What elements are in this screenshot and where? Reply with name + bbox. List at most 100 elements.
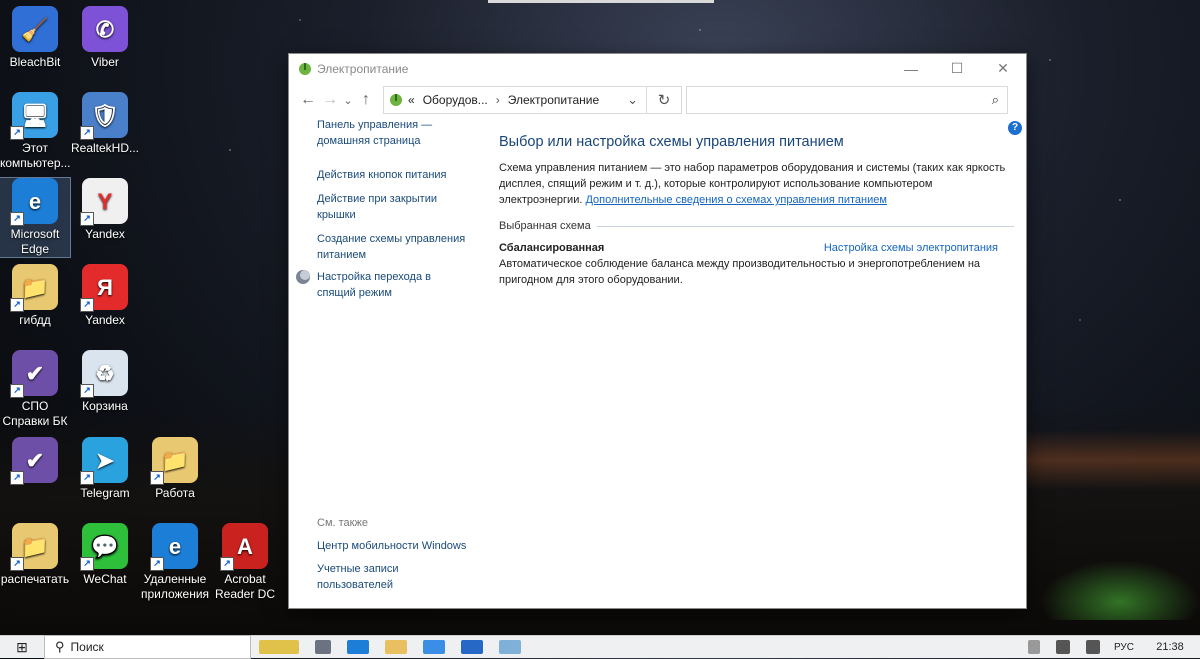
store-icon[interactable] — [423, 640, 445, 654]
desktop-icon[interactable]: ♻ ↗ Корзина — [70, 350, 140, 414]
sidebar-link-sleep[interactable]: Настройка перехода в спящий режим — [317, 269, 447, 301]
desktop-icon[interactable]: ✔ ↗ — [0, 437, 70, 486]
desktop-icon[interactable]: 📁 ↗ гибдд — [0, 264, 70, 328]
desktop-icon[interactable]: 💬 ↗ WeChat — [70, 523, 140, 587]
app-icon: ✔ ↗ — [10, 437, 58, 485]
desktop-icon-label: гибдд — [19, 313, 51, 327]
desktop-icon-label: Telegram — [80, 486, 130, 500]
desktop-icon[interactable]: e ↗ Microsoft Edge — [0, 177, 71, 258]
breadcrumb-hardware[interactable]: Оборудов... — [423, 93, 488, 107]
desktop-icon-label: Корзина — [82, 399, 128, 413]
desktop-icon-label: распечатать — [0, 572, 70, 586]
search-box[interactable]: ⌕ — [686, 86, 1008, 114]
shortcut-arrow-icon: ↗ — [80, 471, 94, 485]
taskbar-search-placeholder: Поиск — [70, 640, 104, 654]
sidebar-link-lid-close[interactable]: Действие при закрытии крышки — [317, 191, 457, 223]
app-icon: 💬 ↗ — [80, 523, 128, 571]
refresh-button[interactable]: ↻ — [647, 86, 682, 114]
system-tray: РУС 21:38 — [1020, 636, 1200, 658]
clock[interactable]: 21:38 — [1140, 636, 1200, 658]
app-icon: 🖥 ↗ — [10, 92, 58, 140]
shortcut-arrow-icon: ↗ — [10, 384, 24, 398]
desktop-icon[interactable]: ✔ ↗ СПО Справки БК — [0, 350, 70, 429]
more-info-link[interactable]: Дополнительные сведения о схемах управле… — [585, 194, 887, 206]
app-icon: Я ↗ — [80, 264, 128, 312]
desktop-icon-label: BleachBit — [9, 55, 61, 69]
see-also-label: См. также — [317, 517, 368, 529]
back-arrow-icon[interactable]: ← — [297, 91, 319, 109]
shortcut-arrow-icon: ↗ — [220, 557, 234, 571]
page-title: Выбор или настройка схемы управления пит… — [499, 134, 844, 150]
sidebar-link-control-panel-home[interactable]: Панель управления — домашняя страница — [317, 117, 467, 149]
desktop-icon-label: Microsoft Edge — [10, 227, 60, 256]
address-bar[interactable]: « Оборудов... › Электропитание ⌄ — [383, 86, 647, 114]
taskbar: ⊞ ⚲ Поиск РУС 21:38 — [0, 635, 1200, 659]
desktop-icon[interactable]: 📁 ↗ Работа — [140, 437, 210, 501]
desktop-icon-label: WeChat — [83, 572, 127, 586]
taskbar-search-box[interactable]: ⚲ Поиск — [44, 635, 251, 659]
desktop-icon-label: Удаленные приложения — [140, 572, 210, 601]
search-input[interactable] — [687, 87, 979, 111]
task-view-icon[interactable] — [315, 640, 331, 654]
app-icon: e ↗ — [10, 178, 58, 226]
shortcut-arrow-icon: ↗ — [80, 298, 94, 312]
title-bar[interactable]: Электропитание — ☐ ✕ — [289, 54, 1026, 83]
battery-icon[interactable] — [1055, 640, 1070, 654]
desktop-icon-label: Yandex — [85, 227, 125, 241]
shortcut-arrow-icon: ↗ — [80, 212, 94, 226]
desktop-icon[interactable]: ➤ ↗ Telegram — [70, 437, 140, 501]
start-button-windows-icon[interactable]: ⊞ — [0, 639, 44, 656]
desktop-icon-label: Viber — [91, 55, 119, 69]
maximize-button[interactable]: ☐ — [934, 54, 980, 83]
power-options-icon — [299, 62, 311, 75]
desktop-icon[interactable]: 🖥 ↗ Этот компьютер... — [0, 92, 71, 171]
file-explorer-icon[interactable] — [385, 640, 407, 654]
power-options-window: Электропитание — ☐ ✕ ← → ⌄ ↑ « Оборудов.… — [289, 54, 1026, 608]
desktop-icon[interactable]: Я ↗ Yandex — [70, 264, 140, 328]
app-icon: A ↗ — [220, 523, 268, 571]
help-icon[interactable]: ? — [1008, 121, 1022, 135]
selected-plan-group: Выбранная схема — [499, 220, 1014, 232]
desktop-icon[interactable]: A ↗ Acrobat Reader DC — [210, 523, 280, 602]
tray-chevron-icon[interactable] — [1027, 640, 1040, 654]
shortcut-arrow-icon: ↗ — [10, 471, 24, 485]
close-button[interactable]: ✕ — [980, 54, 1026, 83]
desktop-icon[interactable]: 🧹 BleachBit — [0, 6, 70, 70]
power-options-icon — [390, 94, 402, 106]
breadcrumb-overflow[interactable]: « — [408, 93, 415, 107]
page-description: Схема управления питанием — это набор па… — [499, 160, 1014, 208]
sidebar-link-power-buttons[interactable]: Действия кнопок питания — [317, 167, 490, 183]
breadcrumb-power-options[interactable]: Электропитание — [508, 93, 627, 107]
see-also-link-user-accounts[interactable]: Учетные записи пользователей — [317, 561, 417, 593]
mail-icon[interactable] — [461, 640, 483, 654]
search-highlight-icon[interactable] — [259, 640, 299, 654]
desktop-icon[interactable]: 🛡 ↗ RealtekHD... — [70, 92, 140, 156]
address-dropdown-icon[interactable]: ⌄ — [627, 92, 638, 108]
search-icon[interactable]: ⌕ — [992, 92, 999, 108]
group-divider — [596, 225, 1014, 227]
app-icon: ♻ ↗ — [80, 350, 128, 398]
sidebar-link-create-plan[interactable]: Создание схемы управления питанием — [317, 231, 477, 263]
edge-taskbar-icon[interactable] — [347, 640, 369, 654]
forward-arrow-icon[interactable]: → — [319, 91, 341, 109]
desktop-icon-label: Acrobat Reader DC — [214, 572, 276, 601]
desktop-icon[interactable]: Y ↗ Yandex — [70, 178, 140, 242]
see-also-section: См. также Центр мобильности Windows Учет… — [289, 515, 494, 593]
see-also-link-mobility-center[interactable]: Центр мобильности Windows — [317, 538, 490, 554]
language-indicator[interactable]: РУС — [1114, 642, 1134, 653]
selected-plan-label: Выбранная схема — [499, 220, 591, 232]
shortcut-arrow-icon: ↗ — [10, 298, 24, 312]
network-icon[interactable] — [1085, 640, 1100, 654]
wallpaper-aurora — [1040, 560, 1200, 620]
desktop-icon[interactable]: e ↗ Удаленные приложения — [140, 523, 210, 602]
control-panel-taskbar-icon[interactable] — [499, 640, 521, 654]
desktop-icon[interactable]: 📁 ↗ распечатать — [0, 523, 70, 587]
app-icon: ✔ ↗ — [10, 350, 58, 398]
up-arrow-icon[interactable]: ↑ — [355, 91, 377, 109]
desktop-icon[interactable]: ✆ Viber — [70, 6, 140, 70]
recent-locations-chevron-icon[interactable]: ⌄ — [341, 94, 355, 107]
minimize-button[interactable]: — — [888, 54, 934, 83]
app-icon: ✆ — [82, 6, 128, 52]
app-icon: e ↗ — [150, 523, 198, 571]
change-plan-settings-link[interactable]: Настройка схемы электропитания — [824, 240, 998, 256]
